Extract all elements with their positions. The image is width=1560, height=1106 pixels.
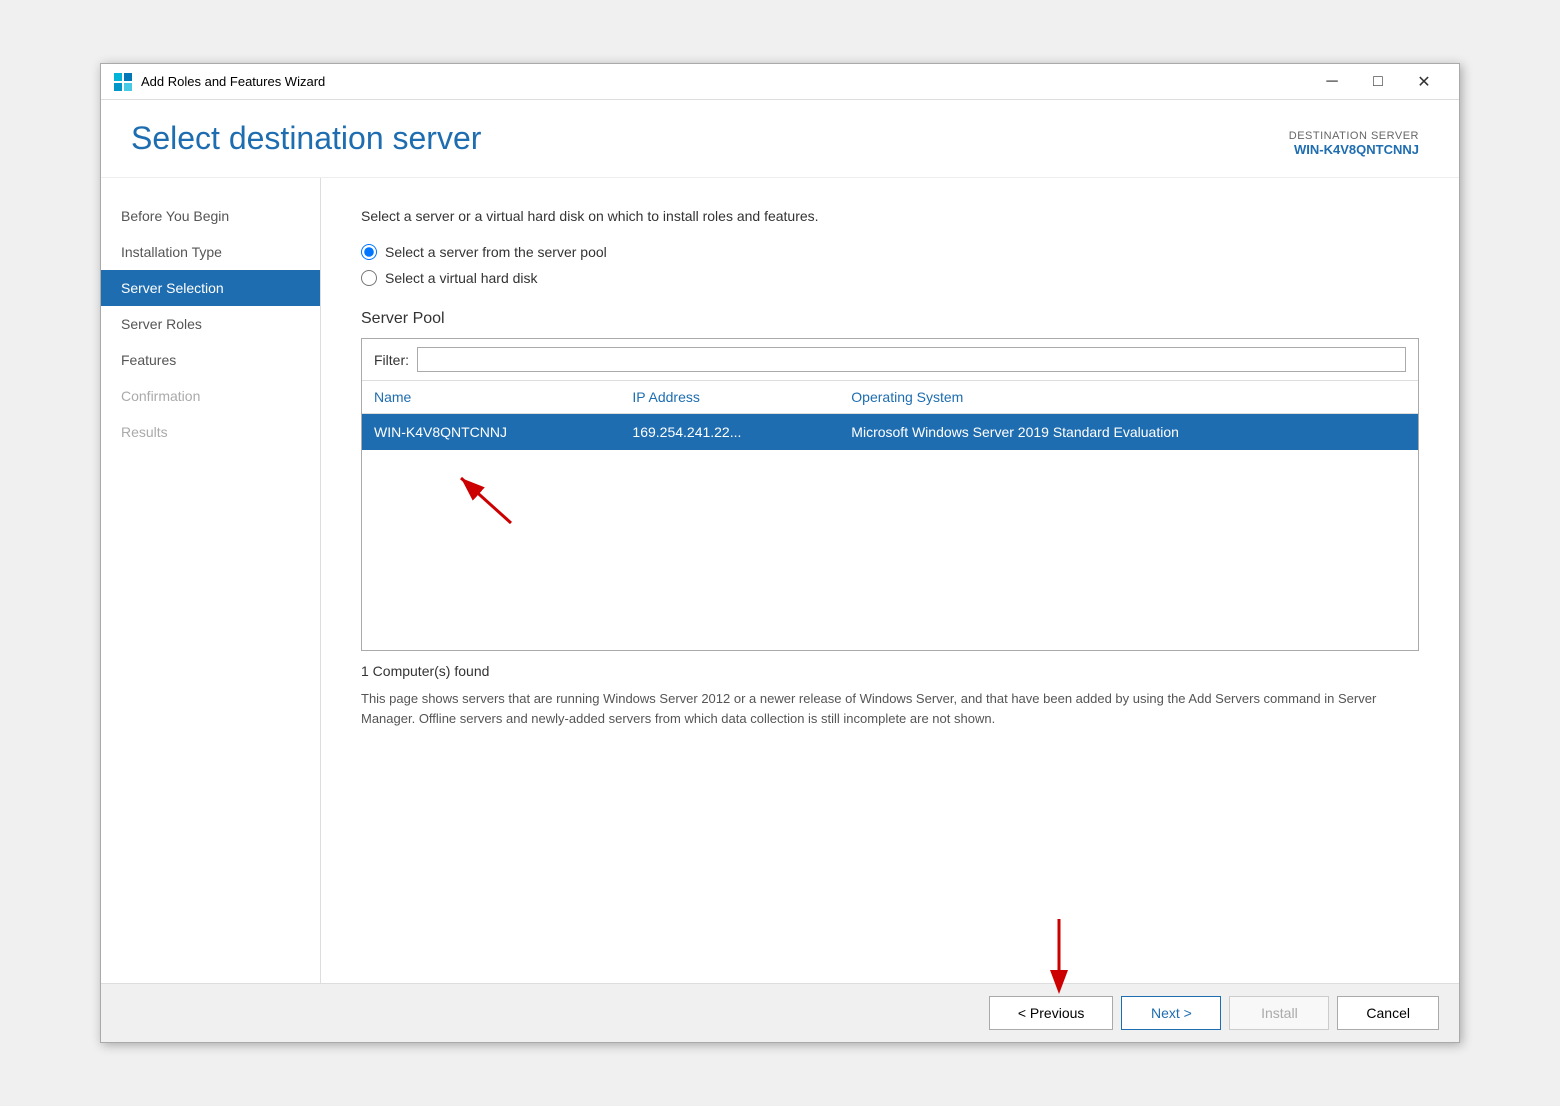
destination-server-info: DESTINATION SERVER WIN-K4V8QNTCNNJ xyxy=(1289,130,1419,157)
sidebar-item-features[interactable]: Features xyxy=(101,342,320,378)
content-area: Before You Begin Installation Type Serve… xyxy=(101,178,1459,983)
server-name-cell: WIN-K4V8QNTCNNJ xyxy=(362,414,620,451)
close-button[interactable]: ✕ xyxy=(1401,67,1447,97)
window-title: Add Roles and Features Wizard xyxy=(141,74,1309,89)
title-bar: Add Roles and Features Wizard ─ □ ✕ xyxy=(101,64,1459,100)
server-ip-cell: 169.254.241.22... xyxy=(620,414,839,451)
radio-vhd-input[interactable] xyxy=(361,270,377,286)
filter-label: Filter: xyxy=(374,352,409,368)
sidebar-item-before-you-begin[interactable]: Before You Begin xyxy=(101,198,320,234)
radio-vhd-label: Select a virtual hard disk xyxy=(385,270,538,286)
sidebar-item-server-selection[interactable]: Server Selection xyxy=(101,270,320,306)
sidebar-item-results: Results xyxy=(101,414,320,450)
server-table: Name IP Address Operating System WIN-K4V… xyxy=(362,381,1418,450)
header: Select destination server DESTINATION SE… xyxy=(101,100,1459,178)
pool-empty-space xyxy=(362,450,1418,650)
filter-input[interactable] xyxy=(417,347,1406,372)
info-text: This page shows servers that are running… xyxy=(361,689,1419,728)
previous-button[interactable]: < Previous xyxy=(989,996,1114,1030)
server-pool-title: Server Pool xyxy=(361,310,1419,328)
server-os-cell: Microsoft Windows Server 2019 Standard E… xyxy=(839,414,1418,451)
sidebar-item-server-roles[interactable]: Server Roles xyxy=(101,306,320,342)
sidebar-item-installation-type[interactable]: Installation Type xyxy=(101,234,320,270)
radio-server-pool-input[interactable] xyxy=(361,244,377,260)
server-pool-box: Filter: Name IP Address Operating System xyxy=(361,338,1419,651)
col-name[interactable]: Name xyxy=(362,381,620,414)
window-controls: ─ □ ✕ xyxy=(1309,67,1447,97)
server-pool-wrapper: Filter: Name IP Address Operating System xyxy=(361,338,1419,651)
col-os[interactable]: Operating System xyxy=(839,381,1418,414)
footer-bar: < Previous Next > Install Cancel xyxy=(101,983,1459,1042)
intro-text: Select a server or a virtual hard disk o… xyxy=(361,208,1419,224)
radio-server-pool[interactable]: Select a server from the server pool xyxy=(361,244,1419,260)
table-row[interactable]: WIN-K4V8QNTCNNJ169.254.241.22...Microsof… xyxy=(362,414,1418,451)
filter-row: Filter: xyxy=(362,339,1418,381)
app-icon xyxy=(113,72,133,92)
radio-vhd[interactable]: Select a virtual hard disk xyxy=(361,270,1419,286)
destination-server-name: WIN-K4V8QNTCNNJ xyxy=(1289,142,1419,157)
destination-server-label: DESTINATION SERVER xyxy=(1289,130,1419,142)
sidebar-item-confirmation: Confirmation xyxy=(101,378,320,414)
install-button[interactable]: Install xyxy=(1229,996,1329,1030)
wizard-window: Add Roles and Features Wizard ─ □ ✕ Sele… xyxy=(100,63,1460,1043)
page-title: Select destination server xyxy=(131,120,481,157)
maximize-button[interactable]: □ xyxy=(1355,67,1401,97)
cancel-button[interactable]: Cancel xyxy=(1337,996,1439,1030)
next-button[interactable]: Next > xyxy=(1121,996,1221,1030)
computers-found: 1 Computer(s) found xyxy=(361,663,1419,679)
minimize-button[interactable]: ─ xyxy=(1309,67,1355,97)
sidebar: Before You Begin Installation Type Serve… xyxy=(101,178,321,983)
col-ip[interactable]: IP Address xyxy=(620,381,839,414)
selection-options: Select a server from the server pool Sel… xyxy=(361,244,1419,286)
radio-server-pool-label: Select a server from the server pool xyxy=(385,244,607,260)
main-content: Select a server or a virtual hard disk o… xyxy=(321,178,1459,983)
